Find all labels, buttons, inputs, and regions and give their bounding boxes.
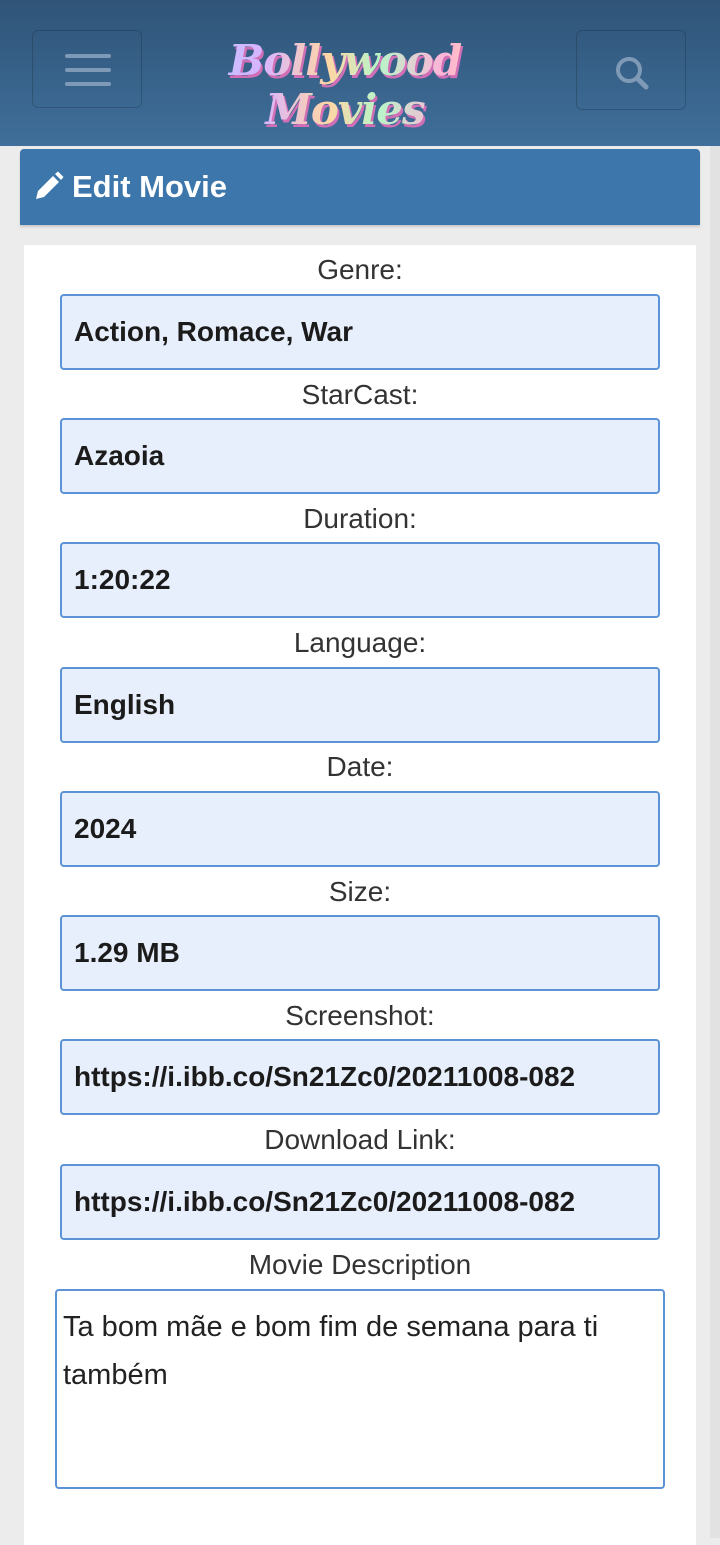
date-label: Date: — [326, 751, 394, 782]
panel-title: Edit Movie — [72, 169, 228, 204]
download-link-input[interactable] — [60, 1164, 660, 1240]
genre-input[interactable] — [60, 294, 660, 370]
date-input[interactable] — [60, 791, 660, 867]
screenshot-url-input[interactable] — [60, 1039, 660, 1115]
starcast-label: StarCast: — [301, 379, 419, 410]
screenshot-label: Screenshot: — [285, 1000, 435, 1031]
movie-description-label: Movie Description — [248, 1249, 472, 1280]
top-navbar: Bollywood Movies — [0, 0, 720, 146]
language-label: Language: — [293, 627, 427, 658]
duration-input[interactable] — [60, 542, 660, 618]
search-icon — [616, 57, 649, 90]
search-button[interactable] — [576, 30, 686, 110]
menu-button[interactable] — [32, 30, 142, 108]
language-input[interactable] — [60, 667, 660, 743]
size-label: Size: — [328, 876, 392, 907]
download-link-label: Download Link: — [264, 1124, 456, 1155]
starcast-input[interactable] — [60, 418, 660, 494]
genre-label: Genre: — [317, 254, 403, 285]
logo-text: Bollywood Movies — [180, 36, 510, 134]
site-logo[interactable]: Bollywood Movies — [180, 30, 510, 134]
size-input[interactable] — [60, 915, 660, 991]
movie-description-textarea[interactable]: Ta bom mãe e bom fim de semana para ti t… — [55, 1289, 665, 1489]
scrollbar-track[interactable] — [710, 146, 720, 1538]
duration-label: Duration: — [303, 503, 417, 534]
panel-header: Edit Movie — [20, 149, 700, 225]
pencil-icon — [36, 171, 64, 199]
